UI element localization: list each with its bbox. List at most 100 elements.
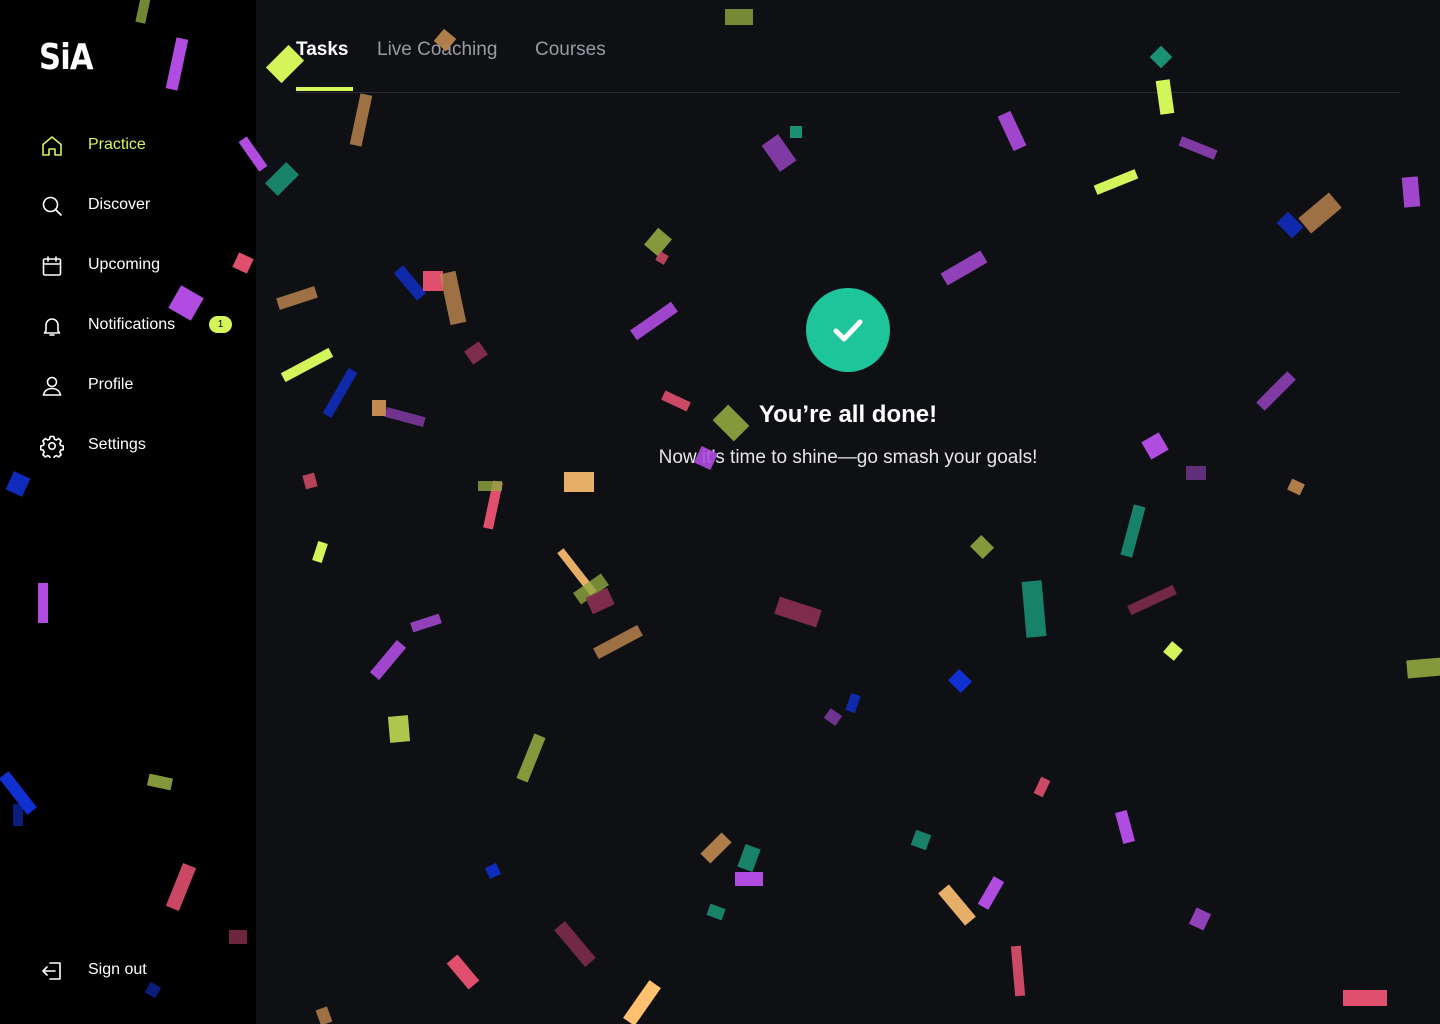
sidebar: SiA Practice Discover Upcoming Notificat… — [0, 0, 256, 1024]
confetti-piece — [280, 347, 334, 383]
confetti-piece — [938, 884, 976, 926]
confetti-piece — [464, 341, 488, 365]
confetti-piece — [302, 472, 318, 490]
confetti-piece — [315, 1006, 333, 1024]
confetti-piece — [761, 134, 797, 172]
sidebar-item-label: Upcoming — [88, 256, 161, 273]
confetti-piece — [349, 93, 373, 147]
active-tab-indicator — [296, 87, 353, 91]
confetti-piece — [423, 271, 443, 291]
confetti-piece — [483, 480, 503, 530]
notification-count-badge: 1 — [209, 316, 232, 333]
confetti-piece — [387, 715, 411, 743]
confetti-piece — [700, 832, 732, 864]
confetti-piece — [947, 668, 973, 694]
confetti-piece — [564, 472, 594, 492]
confetti-piece — [1256, 371, 1296, 411]
confetti-piece — [276, 286, 318, 310]
check-circle-icon — [806, 288, 890, 372]
content-tabs: Tasks Live Coaching Courses — [296, 0, 1400, 93]
search-icon — [42, 196, 62, 216]
confetti-piece — [1127, 584, 1177, 616]
confetti-piece — [516, 733, 546, 783]
tab-live-coaching[interactable]: Live Coaching — [377, 38, 497, 62]
confetti-piece — [372, 400, 386, 416]
confetti-piece — [997, 110, 1027, 152]
confetti-piece — [1033, 776, 1051, 798]
completion-title: You’re all done! — [758, 401, 938, 428]
confetti-piece — [790, 126, 802, 138]
app-logo[interactable]: SiA — [39, 38, 94, 78]
confetti-piece — [644, 227, 672, 257]
completion-message: You’re all done! Now it’s time to shine—… — [560, 288, 1136, 470]
confetti-piece — [557, 548, 597, 596]
confetti-piece — [623, 980, 661, 1024]
confetti-piece — [1276, 211, 1304, 239]
confetti-piece — [410, 613, 442, 633]
sidebar-item-notifications[interactable]: Notifications 1 — [0, 295, 256, 355]
confetti-piece — [1186, 466, 1206, 480]
sign-out-label: Sign out — [88, 961, 147, 978]
confetti-piece — [1141, 432, 1169, 460]
sidebar-item-label: Notifications — [88, 316, 176, 333]
confetti-piece — [1021, 580, 1047, 638]
sidebar-nav: Practice Discover Upcoming Notifications… — [0, 115, 256, 475]
confetti-piece — [735, 872, 763, 886]
confetti-piece — [1406, 657, 1440, 679]
confetti-piece — [312, 540, 328, 564]
confetti-piece — [1298, 192, 1342, 234]
confetti-piece — [554, 921, 596, 967]
sidebar-item-label: Discover — [88, 196, 151, 213]
confetti-piece — [910, 829, 932, 851]
sidebar-item-settings[interactable]: Settings — [0, 415, 256, 475]
confetti-piece — [446, 954, 480, 990]
confetti-piece — [774, 596, 822, 628]
confetti-piece — [1343, 990, 1387, 1006]
confetti-piece — [737, 843, 761, 873]
user-icon — [42, 376, 62, 396]
sidebar-item-label: Practice — [88, 136, 146, 153]
tab-tasks[interactable]: Tasks — [296, 38, 348, 62]
completion-subtitle: Now it’s time to shine—go smash your goa… — [658, 447, 1038, 468]
confetti-piece — [573, 573, 609, 605]
confetti-piece — [1010, 945, 1026, 997]
sign-out-icon — [42, 962, 61, 980]
confetti-piece — [1163, 641, 1183, 661]
bell-icon — [43, 318, 61, 336]
gear-icon — [40, 435, 64, 458]
sign-out-button[interactable]: Sign out — [0, 940, 256, 1000]
sidebar-item-upcoming[interactable]: Upcoming — [0, 235, 256, 295]
confetti-piece — [478, 481, 502, 491]
confetti-piece — [823, 708, 843, 726]
confetti-piece — [977, 876, 1005, 910]
confetti-piece — [1120, 504, 1146, 558]
confetti-piece — [585, 587, 615, 615]
confetti-piece — [593, 624, 643, 660]
confetti-piece — [940, 250, 988, 286]
confetti-piece — [322, 367, 358, 419]
tab-courses[interactable]: Courses — [535, 38, 606, 62]
sidebar-item-profile[interactable]: Profile — [0, 355, 256, 415]
confetti-piece — [393, 265, 427, 301]
sidebar-item-label: Profile — [88, 376, 134, 393]
home-icon — [42, 136, 62, 156]
confetti-piece — [1287, 478, 1305, 496]
confetti-piece — [706, 903, 726, 921]
confetti-piece — [655, 251, 669, 265]
confetti-piece — [369, 640, 407, 680]
confetti-piece — [439, 270, 467, 326]
confetti-piece — [969, 534, 995, 560]
sidebar-item-practice[interactable]: Practice — [0, 115, 256, 175]
confetti-piece — [1401, 176, 1421, 208]
confetti-piece — [1188, 907, 1212, 931]
confetti-piece — [1178, 136, 1218, 160]
confetti-piece — [1093, 169, 1139, 195]
confetti-piece — [384, 406, 426, 428]
sidebar-item-discover[interactable]: Discover — [0, 175, 256, 235]
calendar-icon — [42, 256, 62, 276]
confetti-piece — [845, 692, 861, 714]
confetti-piece — [265, 162, 299, 196]
confetti-piece — [1115, 809, 1135, 845]
confetti-piece — [485, 863, 501, 879]
sidebar-item-label: Settings — [88, 436, 146, 453]
